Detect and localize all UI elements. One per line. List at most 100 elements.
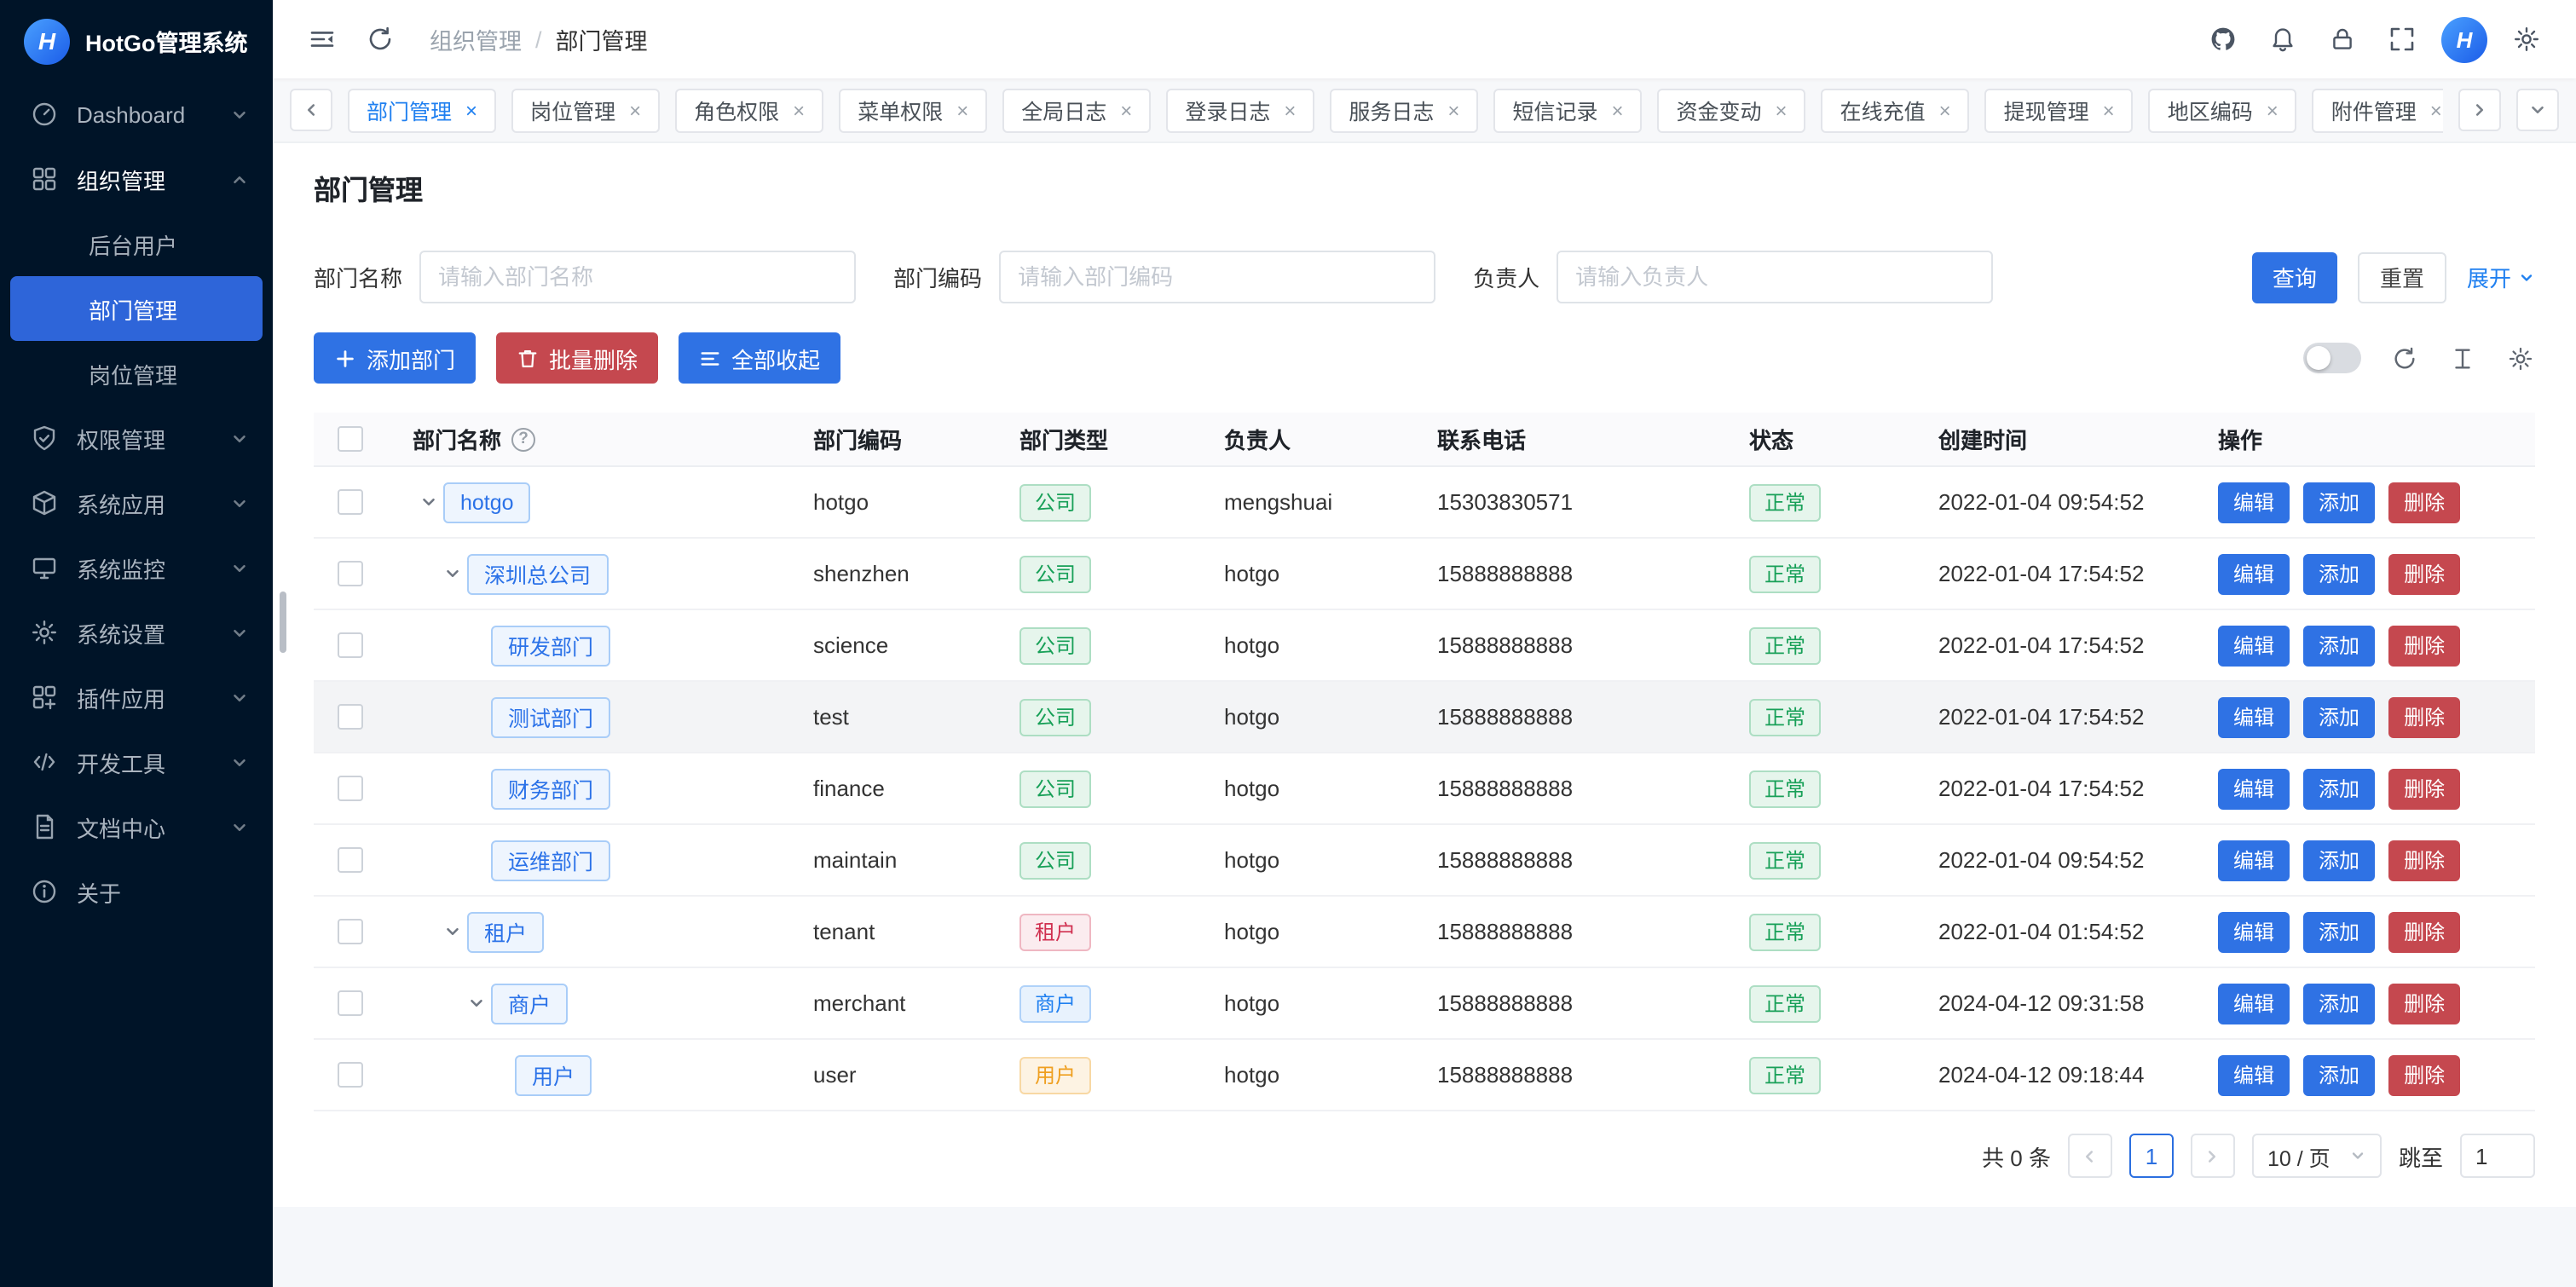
- settings-gear-icon[interactable]: [2501, 14, 2552, 65]
- sidebar-item-org[interactable]: 组织管理: [0, 147, 273, 211]
- sidebar-item-system-settings[interactable]: 系统设置: [0, 600, 273, 665]
- tab-close-icon[interactable]: ×: [1447, 100, 1459, 120]
- tab-dept[interactable]: 部门管理×: [348, 88, 496, 132]
- help-question-icon[interactable]: ?: [511, 427, 535, 451]
- row-add-button[interactable]: 添加: [2303, 696, 2375, 737]
- row-checkbox[interactable]: [337, 847, 362, 873]
- row-edit-button[interactable]: 编辑: [2218, 911, 2290, 952]
- add-department-button[interactable]: 添加部门: [314, 332, 476, 384]
- tab-credits-log[interactable]: 资金变动×: [1658, 88, 1806, 132]
- department-name-chip[interactable]: 用户: [515, 1054, 592, 1095]
- tab-close-icon[interactable]: ×: [1120, 100, 1132, 120]
- row-edit-button[interactable]: 编辑: [2218, 840, 2290, 880]
- row-edit-button[interactable]: 编辑: [2218, 553, 2290, 594]
- row-delete-button[interactable]: 删除: [2388, 553, 2460, 594]
- row-edit-button[interactable]: 编辑: [2218, 983, 2290, 1024]
- github-icon[interactable]: [2198, 14, 2249, 65]
- row-edit-button[interactable]: 编辑: [2218, 696, 2290, 737]
- tab-close-icon[interactable]: ×: [1939, 100, 1951, 120]
- row-add-button[interactable]: 添加: [2303, 911, 2375, 952]
- row-delete-button[interactable]: 删除: [2388, 625, 2460, 666]
- row-edit-button[interactable]: 编辑: [2218, 625, 2290, 666]
- row-checkbox[interactable]: [337, 561, 362, 586]
- row-checkbox[interactable]: [337, 990, 362, 1016]
- filter-input-code[interactable]: [999, 251, 1435, 303]
- row-delete-button[interactable]: 删除: [2388, 1054, 2460, 1095]
- tab-close-icon[interactable]: ×: [1284, 100, 1296, 120]
- filter-input-leader[interactable]: [1557, 251, 1993, 303]
- user-avatar[interactable]: H: [2441, 16, 2487, 62]
- page-size-select[interactable]: 10 / 页: [2252, 1134, 2382, 1178]
- row-edit-button[interactable]: 编辑: [2218, 1054, 2290, 1095]
- row-checkbox[interactable]: [337, 704, 362, 730]
- tab-cash[interactable]: 提现管理×: [1985, 88, 2134, 132]
- tab-close-icon[interactable]: ×: [793, 100, 805, 120]
- row-add-button[interactable]: 添加: [2303, 840, 2375, 880]
- filter-input-name[interactable]: [419, 251, 856, 303]
- tabs-dropdown-button[interactable]: [2516, 89, 2559, 131]
- tab-close-icon[interactable]: ×: [465, 100, 477, 120]
- collapse-all-button[interactable]: 全部收起: [679, 332, 840, 384]
- row-add-button[interactable]: 添加: [2303, 625, 2375, 666]
- refresh-page-icon[interactable]: [355, 14, 406, 65]
- sidebar-item-about[interactable]: 关于: [0, 859, 273, 924]
- tab-sms-log[interactable]: 短信记录×: [1493, 88, 1642, 132]
- row-checkbox[interactable]: [337, 919, 362, 944]
- pagination-prev-button[interactable]: [2068, 1134, 2112, 1178]
- row-delete-button[interactable]: 删除: [2388, 983, 2460, 1024]
- department-name-chip[interactable]: 深圳总公司: [467, 553, 608, 594]
- tabs-scroll-right-button[interactable]: [2458, 89, 2501, 131]
- row-expand-chevron-icon[interactable]: [413, 493, 443, 511]
- tab-serve-log[interactable]: 服务日志×: [1330, 88, 1478, 132]
- tab-close-icon[interactable]: ×: [2430, 100, 2442, 120]
- tab-provinces[interactable]: 地区编码×: [2149, 88, 2297, 132]
- tab-close-icon[interactable]: ×: [2103, 100, 2115, 120]
- tab-close-icon[interactable]: ×: [1611, 100, 1623, 120]
- breadcrumb-parent[interactable]: 组织管理: [430, 22, 522, 56]
- sidebar-item-dashboard[interactable]: Dashboard: [0, 82, 273, 147]
- batch-delete-button[interactable]: 批量删除: [496, 332, 658, 384]
- jump-to-input[interactable]: [2460, 1134, 2535, 1178]
- sidebar-collapse-icon[interactable]: [297, 14, 348, 65]
- department-name-chip[interactable]: 测试部门: [491, 696, 610, 737]
- row-checkbox[interactable]: [337, 1062, 362, 1088]
- row-add-button[interactable]: 添加: [2303, 482, 2375, 522]
- pagination-next-button[interactable]: [2191, 1134, 2235, 1178]
- query-button[interactable]: 查询: [2252, 251, 2337, 303]
- sidebar-subitem-backend-user[interactable]: 后台用户: [10, 211, 263, 276]
- department-name-chip[interactable]: 租户: [467, 911, 544, 952]
- reset-button[interactable]: 重置: [2358, 251, 2446, 303]
- tab-post[interactable]: 岗位管理×: [511, 88, 660, 132]
- sidebar-item-system-monitor[interactable]: 系统监控: [0, 535, 273, 600]
- tab-close-icon[interactable]: ×: [1776, 100, 1788, 120]
- tab-role[interactable]: 角色权限×: [675, 88, 823, 132]
- row-add-button[interactable]: 添加: [2303, 768, 2375, 809]
- row-checkbox[interactable]: [337, 776, 362, 801]
- tab-close-icon[interactable]: ×: [2267, 100, 2279, 120]
- row-delete-button[interactable]: 删除: [2388, 482, 2460, 522]
- department-name-chip[interactable]: 研发部门: [491, 625, 610, 666]
- row-add-button[interactable]: 添加: [2303, 983, 2375, 1024]
- tab-close-icon[interactable]: ×: [629, 100, 641, 120]
- notifications-bell-icon[interactable]: [2257, 14, 2308, 65]
- row-edit-button[interactable]: 编辑: [2218, 768, 2290, 809]
- table-settings-gear-icon[interactable]: [2504, 343, 2535, 373]
- table-refresh-icon[interactable]: [2388, 343, 2419, 373]
- tabs-scroll-left-button[interactable]: [290, 89, 332, 131]
- select-all-checkbox[interactable]: [337, 426, 362, 452]
- scrollbar-thumb[interactable]: [280, 592, 286, 653]
- fullscreen-icon[interactable]: [2377, 14, 2428, 65]
- tab-recharge[interactable]: 在线充值×: [1822, 88, 1970, 132]
- sidebar-subitem-dept[interactable]: 部门管理: [10, 276, 263, 341]
- tab-close-icon[interactable]: ×: [956, 100, 968, 120]
- row-edit-button[interactable]: 编辑: [2218, 482, 2290, 522]
- row-delete-button[interactable]: 删除: [2388, 840, 2460, 880]
- row-checkbox[interactable]: [337, 632, 362, 658]
- sidebar-item-dev-tools[interactable]: 开发工具: [0, 730, 273, 794]
- row-height-icon[interactable]: [2446, 343, 2477, 373]
- row-expand-chevron-icon[interactable]: [436, 922, 467, 941]
- expand-filters-link[interactable]: 展开: [2467, 261, 2535, 293]
- pagination-page-1-button[interactable]: 1: [2129, 1134, 2174, 1178]
- sidebar-item-plugin-app[interactable]: 插件应用: [0, 665, 273, 730]
- department-name-chip[interactable]: 运维部门: [491, 840, 610, 880]
